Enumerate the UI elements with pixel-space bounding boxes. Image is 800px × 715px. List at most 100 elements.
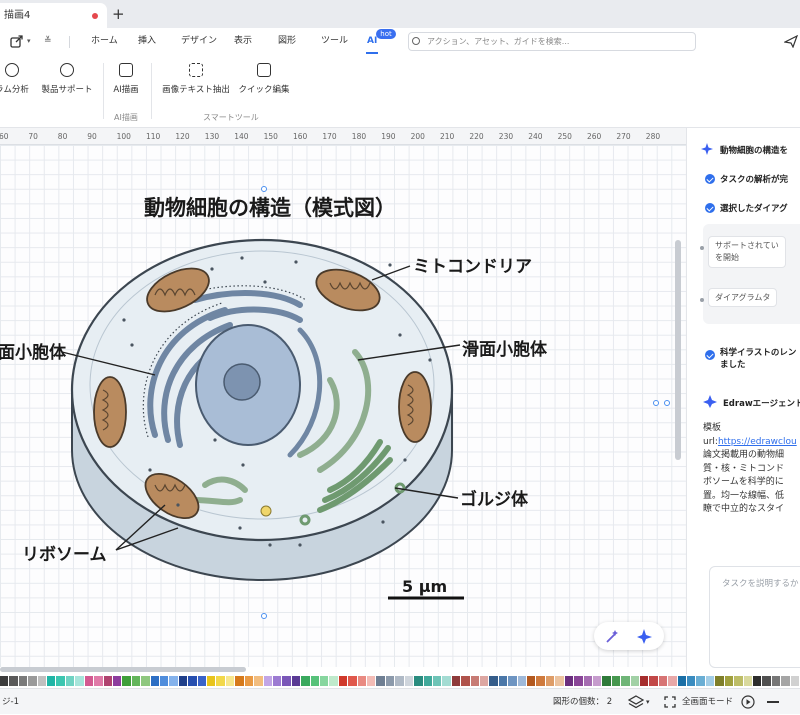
color-swatch[interactable]	[658, 676, 668, 686]
color-swatch[interactable]	[432, 676, 442, 686]
color-swatch[interactable]	[423, 676, 432, 686]
color-swatch[interactable]	[320, 676, 329, 686]
color-swatch[interactable]	[56, 676, 65, 686]
color-swatch[interactable]	[451, 676, 461, 686]
color-swatch[interactable]	[329, 676, 338, 686]
color-swatch[interactable]	[112, 676, 122, 686]
color-swatch[interactable]	[790, 676, 799, 686]
color-swatch[interactable]	[630, 676, 639, 686]
horizontal-scrollbar[interactable]	[0, 667, 246, 672]
color-swatch[interactable]	[724, 676, 734, 686]
color-swatch[interactable]	[677, 676, 687, 686]
color-swatch[interactable]	[404, 676, 414, 686]
export-dropdown-chevron-icon[interactable]: ▾	[27, 37, 31, 45]
product-support-button[interactable]: 製品サポート	[40, 63, 94, 95]
color-swatch[interactable]	[480, 676, 489, 686]
diagram-analysis-button[interactable]: ラム分析	[0, 63, 32, 95]
color-swatch[interactable]	[301, 676, 310, 686]
color-swatch[interactable]	[640, 676, 649, 686]
color-swatch[interactable]	[461, 676, 470, 686]
vertical-scrollbar[interactable]	[675, 240, 681, 460]
color-swatch[interactable]	[235, 676, 244, 686]
color-swatch[interactable]	[122, 676, 131, 686]
color-swatch[interactable]	[197, 676, 207, 686]
color-swatch[interactable]	[103, 676, 112, 686]
template-link[interactable]: https://edrawclou	[718, 437, 797, 447]
color-swatch[interactable]	[28, 676, 37, 686]
color-swatch[interactable]	[489, 676, 498, 686]
color-swatch[interactable]	[517, 676, 527, 686]
color-swatch[interactable]	[188, 676, 197, 686]
color-swatch[interactable]	[84, 676, 94, 686]
color-swatch[interactable]	[367, 676, 376, 686]
export-icon[interactable]	[10, 35, 24, 48]
color-swatch[interactable]	[65, 676, 75, 686]
color-swatch[interactable]	[94, 676, 103, 686]
color-swatch[interactable]	[9, 676, 18, 686]
color-swatch[interactable]	[395, 676, 404, 686]
color-swatch[interactable]	[414, 676, 423, 686]
color-swatch[interactable]	[131, 676, 141, 686]
menu-view[interactable]: 表示	[234, 28, 252, 55]
color-swatch[interactable]	[254, 676, 263, 686]
ai-drawing-button[interactable]: AI描画	[108, 63, 144, 95]
color-swatch[interactable]	[338, 676, 348, 686]
color-swatch[interactable]	[150, 676, 159, 686]
color-swatch[interactable]	[498, 676, 508, 686]
color-swatch[interactable]	[37, 676, 47, 686]
drawing-canvas[interactable]: 動物細胞の構造（模式図） ミトコンドリア 滑面小胞体 面小胞体 ゴルジ体 リボソ…	[0, 145, 686, 667]
detail-chip[interactable]: ダイアグラムタ	[708, 288, 778, 307]
color-swatch[interactable]	[649, 676, 658, 686]
color-swatch[interactable]	[592, 676, 602, 686]
color-swatch[interactable]	[574, 676, 583, 686]
color-swatch[interactable]	[216, 676, 225, 686]
ocr-button[interactable]: 画像テキスト抽出	[162, 63, 230, 95]
color-swatch[interactable]	[771, 676, 781, 686]
color-swatch[interactable]	[244, 676, 254, 686]
menu-shapes[interactable]: 図形	[278, 28, 296, 55]
color-swatch[interactable]	[743, 676, 752, 686]
task-input[interactable]: タスクを説明するか	[709, 566, 800, 668]
color-swatch[interactable]	[310, 676, 319, 686]
color-swatch[interactable]	[611, 676, 621, 686]
color-swatch[interactable]	[18, 676, 28, 686]
color-swatch[interactable]	[282, 676, 291, 686]
color-swatch[interactable]	[75, 676, 84, 686]
color-swatch[interactable]	[536, 676, 545, 686]
color-swatch[interactable]	[705, 676, 715, 686]
color-swatch[interactable]	[348, 676, 357, 686]
color-swatch[interactable]	[357, 676, 367, 686]
color-swatch[interactable]	[564, 676, 574, 686]
color-swatch[interactable]	[555, 676, 564, 686]
color-swatch[interactable]	[263, 676, 272, 686]
fullscreen-icon[interactable]	[664, 696, 676, 708]
color-swatch[interactable]	[527, 676, 536, 686]
menu-insert[interactable]: 挿入	[138, 28, 156, 55]
play-icon[interactable]	[741, 695, 755, 709]
color-swatch[interactable]	[442, 676, 451, 686]
color-swatch[interactable]	[225, 676, 235, 686]
color-swatch[interactable]	[715, 676, 724, 686]
selection-handle-bottom[interactable]	[261, 613, 267, 619]
zoom-out-icon[interactable]	[767, 701, 779, 703]
color-swatch[interactable]	[752, 676, 762, 686]
menu-tools[interactable]: ツール	[321, 28, 348, 55]
color-swatch[interactable]	[272, 676, 282, 686]
color-swatch[interactable]	[207, 676, 216, 686]
page-tab[interactable]: ジ-1	[2, 689, 19, 715]
magic-wand-icon[interactable]	[604, 629, 620, 644]
new-tab-plus-icon[interactable]: +	[112, 3, 125, 25]
fullscreen-mode-button[interactable]: 全画面モード	[682, 689, 733, 715]
ai-sparkle-icon[interactable]	[636, 628, 653, 645]
color-swatch[interactable]	[470, 676, 479, 686]
selection-handle-right-outer[interactable]	[664, 400, 670, 406]
search-input[interactable]: アクション、アセット、ガイドを検索...	[408, 32, 696, 51]
color-swatch[interactable]	[696, 676, 705, 686]
color-swatch[interactable]	[291, 676, 301, 686]
color-swatch[interactable]	[385, 676, 395, 686]
color-swatch[interactable]	[47, 676, 56, 686]
color-swatch[interactable]	[583, 676, 592, 686]
selection-handle-right[interactable]	[653, 400, 659, 406]
color-swatch[interactable]	[687, 676, 696, 686]
quick-edit-button[interactable]: クイック編集	[236, 63, 292, 95]
